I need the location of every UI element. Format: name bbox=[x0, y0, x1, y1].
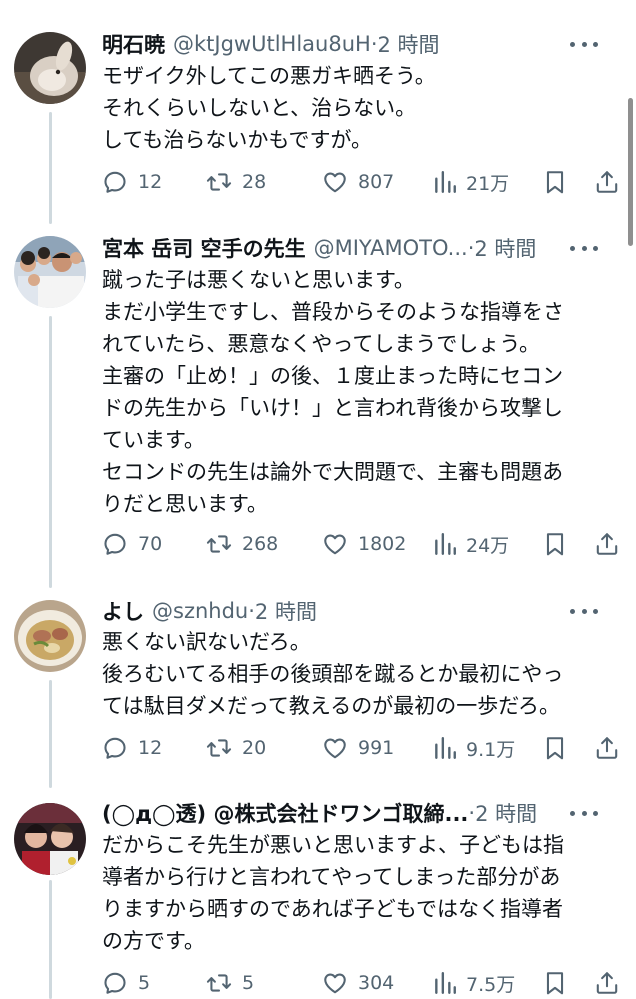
avatar[interactable] bbox=[14, 803, 86, 875]
views-button[interactable]: 7.5万 bbox=[432, 968, 515, 998]
views-icon bbox=[435, 972, 456, 994]
retweet-count: 5 bbox=[242, 972, 255, 994]
tweet-text-line: 導者から行けと言われてやってしまった部分があ bbox=[102, 865, 561, 889]
tweet-text: だからこそ先生が悪いと思いますよ、子どもは指 導者から行けと言われてやってしまっ… bbox=[102, 829, 620, 957]
more-icon[interactable] bbox=[570, 805, 598, 821]
share-button[interactable] bbox=[594, 968, 620, 998]
retweet-icon bbox=[206, 974, 232, 992]
tweet-header: (◯д◯透) @株式会社ドワンゴ取締... · 2 時間 bbox=[102, 797, 616, 829]
like-button[interactable]: 304 bbox=[322, 968, 394, 998]
tweet-text-line: の方です。 bbox=[102, 929, 205, 953]
tweet[interactable]: (◯д◯透) @株式会社ドワンゴ取締... · 2 時間 だからこそ先生が悪いと… bbox=[0, 0, 636, 999]
tweet-text-line: りますから晒すのであれば子どもではなく指導者 bbox=[102, 897, 563, 921]
tweet-text-line: だからこそ先生が悪いと思いますよ、子どもは指 bbox=[102, 833, 564, 857]
display-name[interactable]: (◯д◯透) @株式会社ドワンゴ取締... bbox=[102, 798, 468, 828]
timestamp[interactable]: 2 時間 bbox=[475, 798, 537, 828]
bookmark-button[interactable] bbox=[542, 968, 568, 998]
like-icon bbox=[324, 973, 346, 994]
reply-button[interactable]: 5 bbox=[102, 968, 150, 998]
share-icon bbox=[596, 972, 618, 994]
reply-icon bbox=[104, 972, 126, 994]
separator: · bbox=[468, 801, 476, 825]
action-bar: 5 5 304 7.5万 bbox=[102, 968, 622, 998]
bookmark-icon bbox=[546, 972, 564, 995]
like-count: 304 bbox=[358, 972, 395, 994]
reply-count: 5 bbox=[138, 972, 151, 994]
views-count: 7.5万 bbox=[466, 973, 516, 996]
retweet-button[interactable]: 5 bbox=[206, 968, 254, 998]
